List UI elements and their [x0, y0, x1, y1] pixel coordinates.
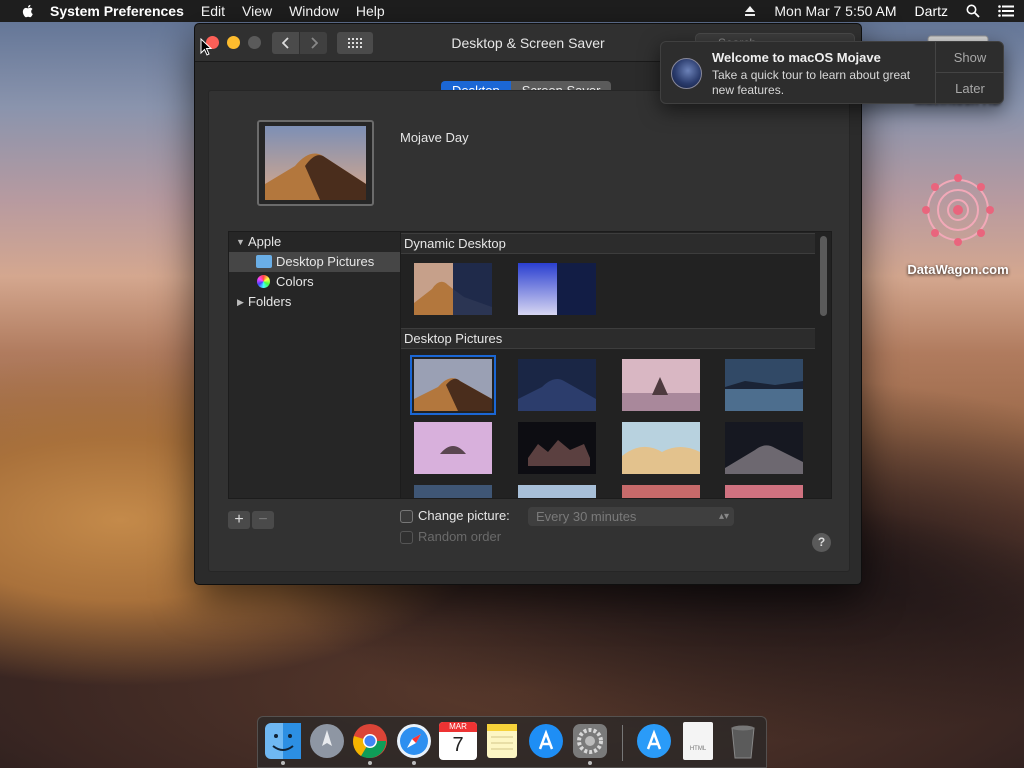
- interval-value: Every 30 minutes: [536, 509, 637, 524]
- sidebar-item-apple[interactable]: ▼ Apple: [229, 232, 400, 252]
- chrome-running-dot: [368, 761, 372, 765]
- finder-icon[interactable]: [264, 722, 302, 760]
- thumbnail-partial-4[interactable]: [725, 485, 803, 499]
- sidebar-item-folders[interactable]: ▶ Folders: [229, 292, 400, 312]
- wallpaper-preview: [257, 120, 374, 206]
- menu-help[interactable]: Help: [356, 3, 385, 19]
- updown-arrows-icon: ▴▾: [718, 511, 729, 522]
- notification-later-button[interactable]: Later: [936, 73, 1004, 104]
- help-button[interactable]: ?: [812, 533, 831, 552]
- vertical-scrollbar[interactable]: [820, 236, 827, 316]
- menu-clock[interactable]: Mon Mar 7 5:50 AM: [774, 3, 896, 19]
- thumbnail-partial-3[interactable]: [622, 485, 700, 499]
- thumbnail-night-dune[interactable]: [725, 422, 803, 474]
- html-document-icon[interactable]: HTML: [683, 722, 713, 760]
- apple-menu-icon[interactable]: [20, 3, 36, 19]
- disclosure-closed-icon[interactable]: ▶: [237, 292, 247, 312]
- dock: MAR 7 HTML: [257, 716, 767, 768]
- app-store-folder-icon[interactable]: [635, 722, 673, 760]
- mojave-app-icon: [671, 58, 702, 89]
- eject-icon[interactable]: [744, 5, 756, 17]
- thumbnail-solar-gradients[interactable]: [518, 263, 596, 315]
- calendar-day: 7: [452, 734, 464, 756]
- thumbnail-partial-1[interactable]: [414, 485, 492, 499]
- dock-separator: [622, 725, 623, 761]
- add-folder-button[interactable]: +: [228, 511, 250, 529]
- menu-extras: Mon Mar 7 5:50 AM Dartz: [726, 3, 1014, 19]
- thumbnail-lake-dusk[interactable]: [725, 359, 803, 411]
- sidebar-item-colors[interactable]: Colors: [229, 272, 400, 292]
- change-picture-checkbox[interactable]: [400, 510, 413, 523]
- folder-icon: [256, 255, 272, 268]
- sidebar-item-desktop-pictures[interactable]: Desktop Pictures: [229, 252, 400, 272]
- desktop-screensaver-window: Desktop & Screen Saver Search Desktop Sc…: [194, 23, 862, 585]
- app-store-icon[interactable]: [527, 722, 565, 760]
- thumbnail-desert-rock[interactable]: [622, 359, 700, 411]
- notification-title: Welcome to macOS Mojave: [712, 50, 881, 65]
- notification-show-button[interactable]: Show: [936, 42, 1004, 73]
- spotlight-search-icon[interactable]: [966, 4, 980, 18]
- chrome-icon[interactable]: [351, 722, 389, 760]
- trash-icon[interactable]: [724, 722, 762, 760]
- safari-icon[interactable]: [395, 722, 433, 760]
- notification-body: Take a quick tour to learn about great n…: [712, 68, 911, 97]
- calendar-month: MAR: [439, 722, 477, 732]
- thumbnail-mojave-night[interactable]: [518, 359, 596, 411]
- source-list: ▼ Apple Desktop Pictures Colors ▶ Folder…: [228, 231, 401, 499]
- menu-bar: System Preferences Edit View Window Help…: [0, 0, 1024, 22]
- sidebar-label-folders: Folders: [248, 294, 292, 309]
- datawagon-desktop-icon: DataWagon.com: [896, 168, 1020, 277]
- thumbnail-pink-lake[interactable]: [414, 422, 492, 474]
- mojave-day-preview-image: [265, 126, 366, 200]
- menu-app-name[interactable]: System Preferences: [50, 3, 184, 19]
- menu-user[interactable]: Dartz: [915, 3, 948, 19]
- welcome-notification[interactable]: Welcome to macOS Mojave Take a quick tou…: [660, 41, 1004, 105]
- current-wallpaper-name: Mojave Day: [400, 130, 469, 145]
- section-header-pictures: Desktop Pictures: [401, 328, 815, 349]
- notes-icon[interactable]: [483, 722, 521, 760]
- sidebar-label-apple: Apple: [248, 234, 282, 249]
- calendar-icon[interactable]: MAR 7: [439, 722, 477, 760]
- system-preferences-icon[interactable]: [571, 722, 609, 760]
- sidebar-label-colors: Colors: [276, 274, 314, 289]
- random-order-label: Random order: [418, 529, 502, 544]
- thumbnail-mojave-dynamic[interactable]: [414, 263, 492, 315]
- thumbnail-mojave-day[interactable]: [410, 355, 496, 415]
- menu-edit[interactable]: Edit: [201, 3, 225, 19]
- mouse-cursor-icon: [200, 38, 212, 56]
- finder-running-dot: [281, 761, 285, 765]
- menu-view[interactable]: View: [242, 3, 272, 19]
- thumbnail-sand-dunes[interactable]: [622, 422, 700, 474]
- html-file-label: HTML: [689, 746, 707, 752]
- change-picture-label: Change picture:: [418, 508, 510, 523]
- datawagon-label: DataWagon.com: [907, 262, 1009, 277]
- menu-window[interactable]: Window: [289, 3, 339, 19]
- disclosure-open-icon[interactable]: ▼: [236, 232, 246, 252]
- safari-running-dot: [412, 761, 416, 765]
- system-preferences-running-dot: [588, 761, 592, 765]
- mandala-icon: [922, 174, 994, 246]
- remove-folder-button[interactable]: −: [252, 511, 274, 529]
- wallpaper-browser: Dynamic Desktop Desktop Pictures: [400, 231, 832, 499]
- launchpad-icon[interactable]: [308, 722, 346, 760]
- thumbnail-partial-2[interactable]: [518, 485, 596, 499]
- sidebar-label-desktop-pictures: Desktop Pictures: [276, 254, 375, 269]
- notification-actions: Show Later: [935, 42, 1004, 105]
- color-wheel-icon: [257, 275, 270, 288]
- section-header-dynamic: Dynamic Desktop: [401, 233, 815, 254]
- random-order-checkbox[interactable]: [400, 531, 413, 544]
- thumbnail-rock-formations[interactable]: [518, 422, 596, 474]
- interval-popup[interactable]: Every 30 minutes ▴▾: [528, 507, 734, 526]
- content-panel: Mojave Day ▼ Apple Desktop Pictures Colo…: [208, 90, 850, 572]
- notification-center-icon[interactable]: [998, 5, 1014, 17]
